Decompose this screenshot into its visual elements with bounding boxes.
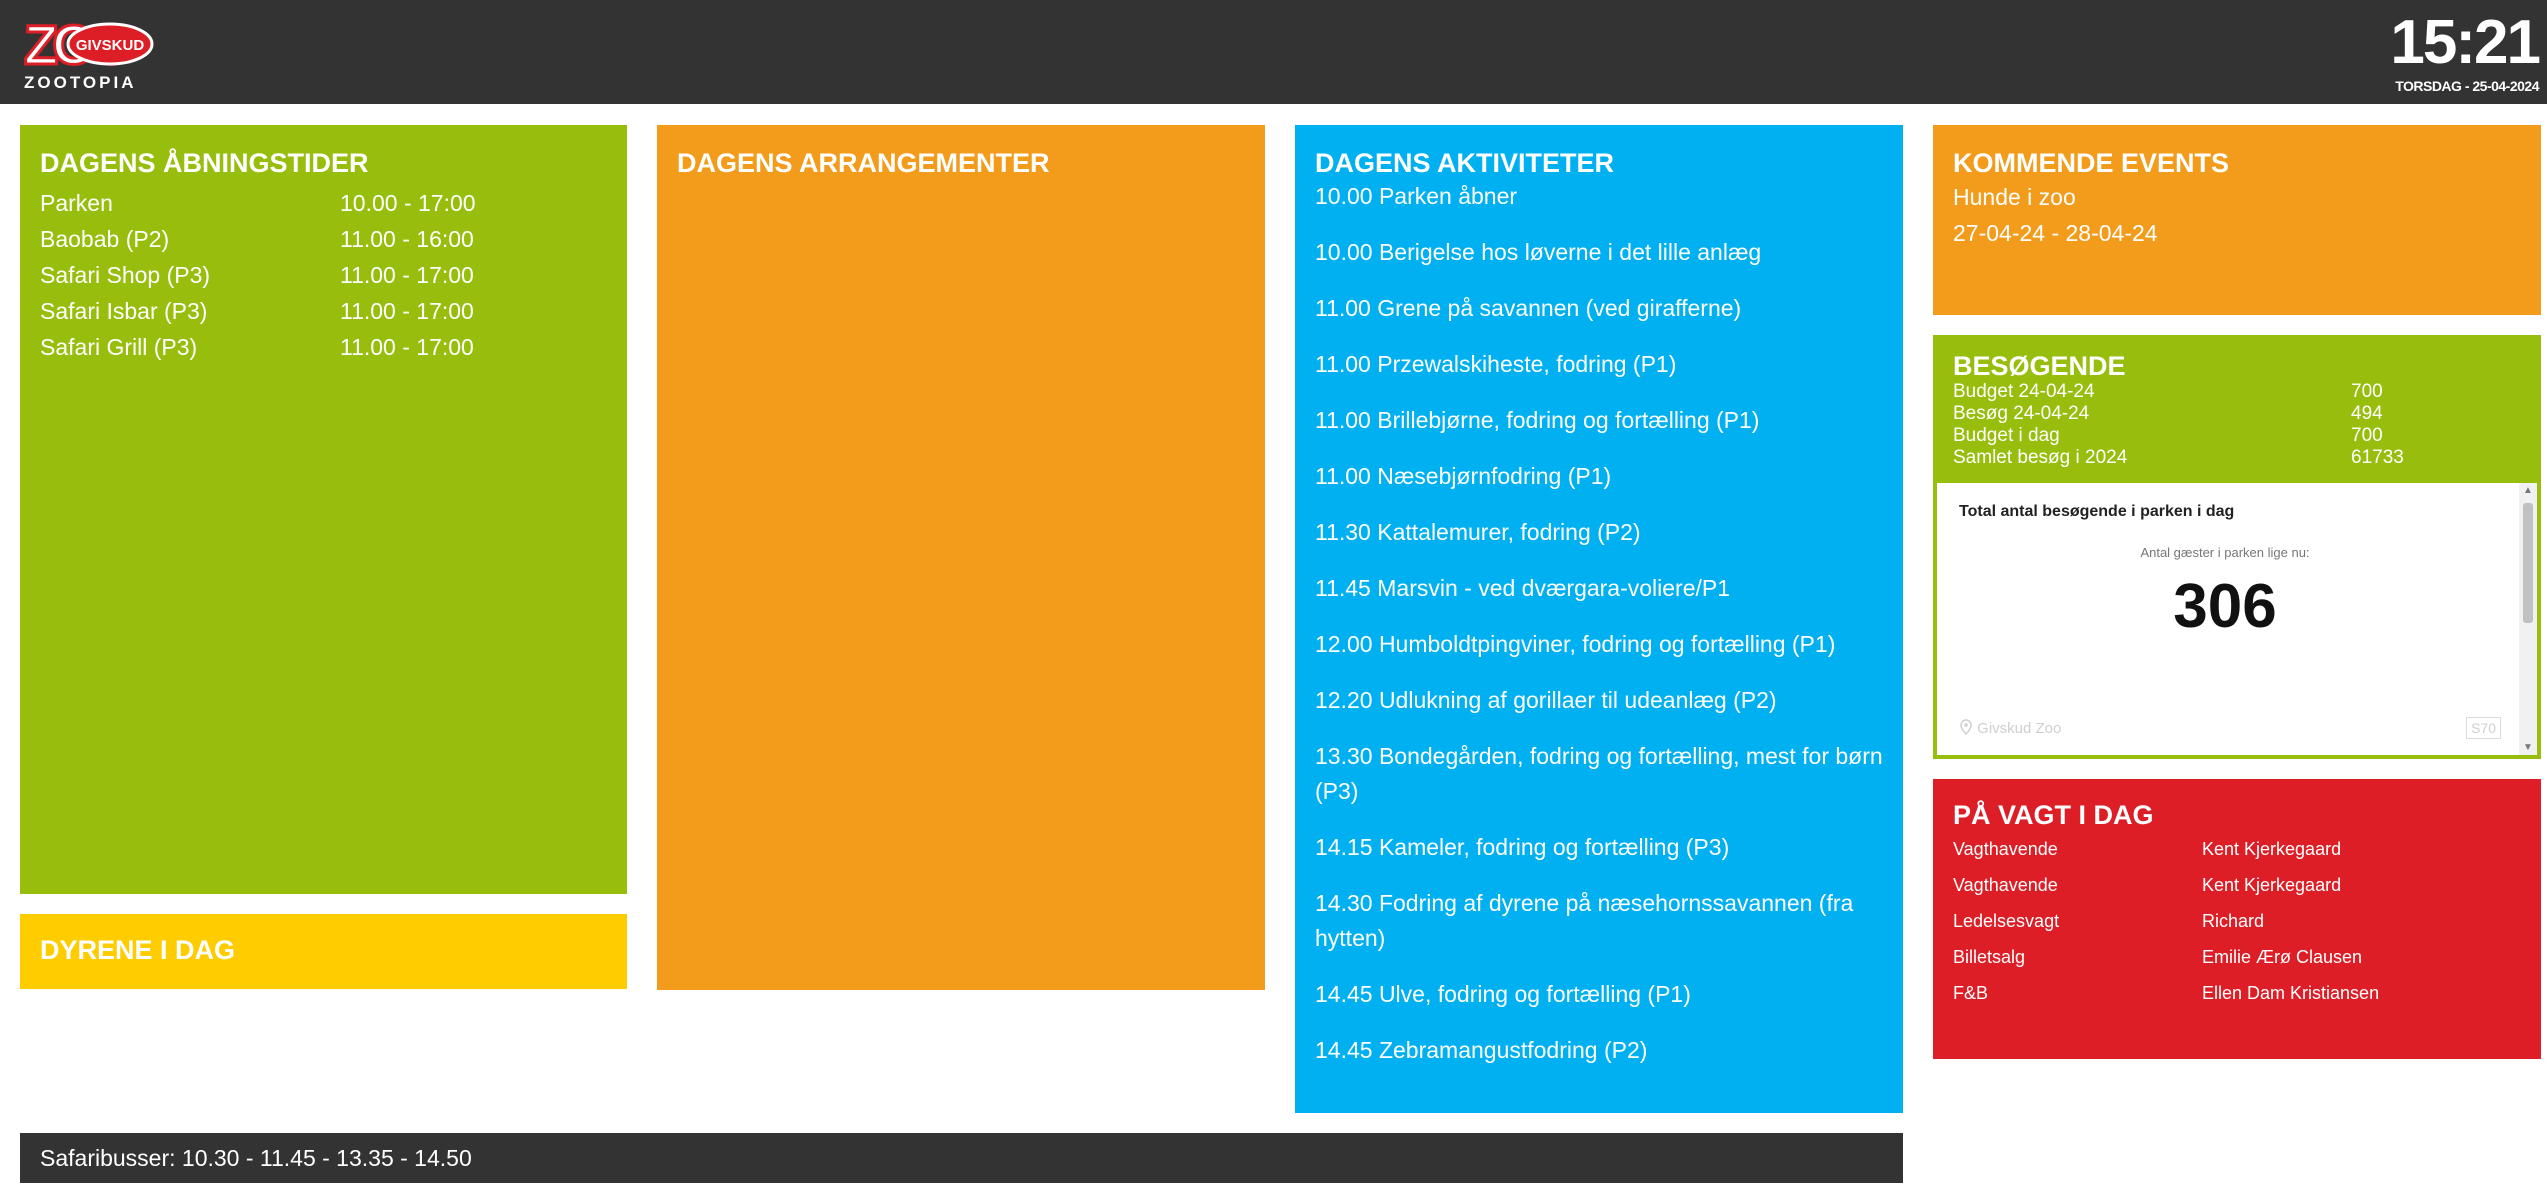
opening-hours-place: Parken: [40, 190, 113, 216]
activity-item: 11.00 Næsebjørnfodring (P1): [1315, 463, 1612, 489]
safari-bus-ticker: Safaribusser: 10.30 - 11.45 - 13.35 - 14…: [20, 1133, 1903, 1183]
opening-hours-time: 11.00 - 17:00: [340, 298, 474, 324]
clock-time: 15:21: [2390, 8, 2541, 77]
activity-item: 13.30 Bondegården, fodring og fortælling…: [1315, 743, 1883, 804]
widget-subtitle: Antal gæster i parken lige nu:: [2140, 545, 2310, 560]
opening-hours-row: Safari Shop (P3) 11.00 - 17:00: [40, 257, 607, 293]
activity-item: 11.00 Przewalskiheste, fodring (P1): [1315, 351, 1677, 377]
duty-row: Vagthavende Kent Kjerkegaard: [1953, 867, 2521, 903]
event-dates: 27-04-24 - 28-04-24: [1953, 220, 2158, 246]
activity-item: 11.30 Kattalemurer, fodring (P2): [1315, 519, 1641, 545]
activity-item: 11.00 Brillebjørne, fodring og fortællin…: [1315, 407, 1760, 433]
visitors-label: Budget i dag: [1953, 425, 2060, 446]
top-bar: ZOO GIVSKUD ZOOTOPIA 15:21 TORSDAG - 25-…: [0, 0, 2547, 104]
activities-panel: DAGENS AKTIVITETER 10.00 Parken åbner 10…: [1295, 125, 1903, 1113]
opening-hours-panel: DAGENS ÅBNINGSTIDER Parken 10.00 - 17:00 …: [20, 125, 627, 894]
visitors-value: 61733: [2351, 447, 2404, 468]
opening-hours-title: DAGENS ÅBNINGSTIDER: [40, 148, 369, 178]
opening-hours-row: Safari Grill (P3) 11.00 - 17:00: [40, 329, 607, 365]
on-duty-title: PÅ VAGT I DAG: [1953, 800, 2154, 830]
opening-hours-row: Safari Isbar (P3) 11.00 - 17:00: [40, 293, 607, 329]
animals-today-title: DYRENE I DAG: [40, 935, 236, 965]
scrollbar-thumb[interactable]: [2523, 503, 2533, 623]
scroll-down-icon[interactable]: ▼: [2519, 742, 2537, 753]
duty-role: Vagthavende: [1953, 875, 2058, 895]
activity-item: 12.20 Udlukning af gorillaer til udeanlæ…: [1315, 687, 1777, 713]
activity-item: 12.00 Humboldtpingviner, fodring og fort…: [1315, 631, 1836, 657]
scroll-up-icon[interactable]: ▲: [2519, 485, 2537, 496]
visitors-label: Samlet besøg i 2024: [1953, 447, 2128, 468]
visitors-row: Budget 24-04-24 700: [1953, 381, 2521, 403]
duty-person: Richard: [2202, 911, 2265, 931]
duty-row: F&B Ellen Dam Kristiansen: [1953, 975, 2521, 1011]
opening-hours-time: 10.00 - 17:00: [340, 190, 476, 216]
clock: 15:21 TORSDAG - 25-04-2024: [2390, 8, 2541, 95]
opening-hours-time: 11.00 - 17:00: [340, 334, 474, 360]
duty-person: Ellen Dam Kristiansen: [2202, 983, 2380, 1003]
activity-item: 11.00 Grene på savannen (ved girafferne): [1315, 295, 1742, 321]
opening-hours-place: Safari Shop (P3): [40, 262, 211, 288]
activity-item: 10.00 Parken åbner: [1315, 183, 1518, 209]
logo-badge-text: GIVSKUD: [76, 37, 145, 54]
arrangements-panel: DAGENS ARRANGEMENTER: [657, 125, 1265, 990]
visitors-value: 494: [2351, 403, 2383, 424]
zoo-logo: ZOO GIVSKUD ZOOTOPIA: [20, 12, 160, 94]
duty-person: Emilie Ærø Clausen: [2202, 947, 2363, 967]
visitor-count: 306: [2173, 572, 2277, 641]
widget-scrollbar[interactable]: ▲ ▼: [2519, 483, 2537, 755]
activities-title: DAGENS AKTIVITETER: [1315, 148, 1615, 178]
visitors-title: BESØGENDE: [1953, 351, 2126, 381]
opening-hours-time: 11.00 - 17:00: [340, 262, 474, 288]
opening-hours-place: Safari Isbar (P3): [40, 298, 208, 324]
visitors-row: Budget i dag 700: [1953, 425, 2521, 447]
visitor-counter-widget[interactable]: Total antal besøgende i parken i dag Ant…: [1937, 483, 2537, 755]
event-name: Hunde i zoo: [1953, 184, 2076, 210]
visitors-label: Besøg 24-04-24: [1953, 403, 2090, 424]
duty-role: Ledelsesvagt: [1953, 911, 2060, 931]
opening-hours-row: Parken 10.00 - 17:00: [40, 185, 607, 221]
duty-role: Billetsalg: [1953, 947, 2026, 967]
duty-role: F&B: [1953, 983, 1989, 1003]
visitors-row: Samlet besøg i 2024 61733: [1953, 447, 2521, 469]
activity-item: 14.45 Ulve, fodring og fortælling (P1): [1315, 981, 1691, 1007]
widget-badge: S70: [2466, 717, 2501, 739]
activity-item: 14.45 Zebramangustfodring (P2): [1315, 1037, 1648, 1063]
opening-hours-place: Baobab (P2): [40, 226, 170, 252]
duty-row: Ledelsesvagt Richard: [1953, 903, 2521, 939]
visitors-value: 700: [2351, 425, 2383, 446]
widget-location-label: Givskud Zoo: [1977, 720, 2062, 737]
visitors-value: 700: [2351, 381, 2383, 402]
duty-person: Kent Kjerkegaard: [2202, 839, 2342, 859]
widget-title: Total antal besøgende i parken i dag: [1959, 503, 2235, 520]
activity-item: 11.45 Marsvin - ved dværgara-voliere/P1: [1315, 575, 1731, 601]
upcoming-events-panel: KOMMENDE EVENTS Hunde i zoo 27-04-24 - 2…: [1933, 125, 2541, 315]
duty-role: Vagthavende: [1953, 839, 2058, 859]
duty-row: Billetsalg Emilie Ærø Clausen: [1953, 939, 2521, 975]
opening-hours-time: 11.00 - 16:00: [340, 226, 474, 252]
visitors-label: Budget 24-04-24: [1953, 381, 2095, 402]
duty-row: Vagthavende Kent Kjerkegaard: [1953, 831, 2521, 867]
visitors-panel: BESØGENDE Budget 24-04-24 700 Besøg 24-04…: [1933, 335, 2541, 759]
duty-person: Kent Kjerkegaard: [2202, 875, 2342, 895]
on-duty-panel: PÅ VAGT I DAG Vagthavende Kent Kjerkegaar…: [1933, 779, 2541, 1059]
activity-item: 14.15 Kameler, fodring og fortælling (P3…: [1315, 834, 1730, 860]
activity-item: 14.30 Fodring af dyrene på næsehornssava…: [1315, 890, 1854, 951]
activity-item: 10.00 Berigelse hos løverne i det lille …: [1315, 239, 1762, 265]
logo-subtext: ZOOTOPIA: [24, 73, 136, 92]
upcoming-events-title: KOMMENDE EVENTS: [1953, 148, 2230, 178]
animals-today-panel: DYRENE I DAG: [20, 914, 627, 989]
opening-hours-place: Safari Grill (P3): [40, 334, 198, 360]
clock-date: TORSDAG - 25-04-2024: [2395, 78, 2539, 94]
opening-hours-row: Baobab (P2) 11.00 - 16:00: [40, 221, 607, 257]
location-pin-icon: [1960, 719, 1972, 736]
arrangements-title: DAGENS ARRANGEMENTER: [677, 148, 1050, 178]
widget-location: Givskud Zoo: [1959, 719, 2061, 737]
visitors-row: Besøg 24-04-24 494: [1953, 403, 2521, 425]
